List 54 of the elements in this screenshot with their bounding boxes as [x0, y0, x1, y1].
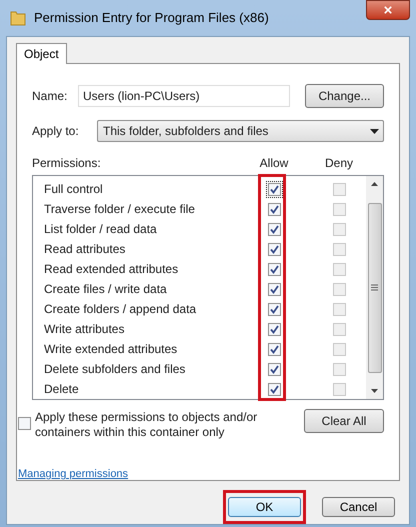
- permission-name: Read attributes: [44, 241, 126, 258]
- checkbox[interactable]: [268, 282, 280, 296]
- help-link[interactable]: Managing permissions: [18, 466, 128, 482]
- checkbox[interactable]: [332, 222, 346, 236]
- checkbox[interactable]: [332, 322, 346, 336]
- checkbox[interactable]: [268, 302, 280, 316]
- column-header: Allow: [259, 155, 289, 172]
- grip-icon: [371, 284, 378, 291]
- permission-name: Delete subfolders and files: [44, 361, 186, 378]
- checkbox[interactable]: [332, 282, 346, 296]
- name-field[interactable]: Users (lion-PC\Users): [78, 85, 290, 107]
- checkbox[interactable]: [268, 322, 280, 336]
- field-label: Apply to:: [32, 123, 80, 140]
- checkbox[interactable]: [332, 242, 346, 256]
- checkbox[interactable]: [332, 182, 346, 196]
- permission-name: Write extended attributes: [44, 341, 178, 358]
- clear-all-button[interactable]: Clear All: [304, 409, 384, 433]
- column-header: Deny: [324, 155, 354, 172]
- checkbox[interactable]: [268, 382, 280, 396]
- checkbox[interactable]: [268, 342, 280, 356]
- field-label: Name:: [32, 88, 68, 105]
- permission-name: Read extended attributes: [44, 261, 180, 278]
- checkbox[interactable]: [268, 202, 280, 216]
- caret-icon: [370, 128, 379, 134]
- scrollbar[interactable]: [366, 176, 383, 399]
- permission-name: Create files / write data: [44, 281, 168, 298]
- permission-name: Write attributes: [44, 321, 126, 338]
- permission-name: Delete: [44, 381, 80, 398]
- permission-name: List folder / read data: [44, 221, 158, 238]
- permission-name: Traverse folder / execute file: [44, 201, 196, 218]
- checkbox[interactable]: [332, 342, 346, 356]
- tab[interactable]: Object: [16, 43, 67, 64]
- scroll-thumb[interactable]: [368, 202, 382, 372]
- checkbox[interactable]: [268, 242, 280, 256]
- permission-name: Full control: [44, 181, 104, 198]
- permission-name: Create folders / append data: [44, 301, 198, 318]
- checkbox[interactable]: [332, 302, 346, 316]
- folder-icon: [10, 9, 26, 27]
- dialog-button[interactable]: Cancel: [322, 497, 395, 517]
- change-button[interactable]: Change...: [305, 84, 384, 108]
- window-title: Permission Entry for Program Files (x86): [34, 9, 270, 28]
- checkbox[interactable]: [332, 382, 346, 396]
- checkbox[interactable]: [332, 202, 346, 216]
- checkbox-label: Apply these permissions to objects and/or containers within this container only: [35, 410, 258, 440]
- checkbox[interactable]: [18, 417, 31, 430]
- apply-to-dropdown[interactable]: This folder, subfolders and files: [97, 120, 384, 142]
- close-button[interactable]: ×: [366, 0, 410, 20]
- checkbox[interactable]: [332, 262, 346, 276]
- dialog-button[interactable]: OK: [228, 497, 301, 517]
- checkbox[interactable]: [268, 362, 280, 376]
- checkbox[interactable]: [268, 262, 280, 276]
- checkbox[interactable]: [332, 362, 346, 376]
- permissions-label: Permissions:: [32, 155, 102, 172]
- checkbox[interactable]: [268, 222, 280, 236]
